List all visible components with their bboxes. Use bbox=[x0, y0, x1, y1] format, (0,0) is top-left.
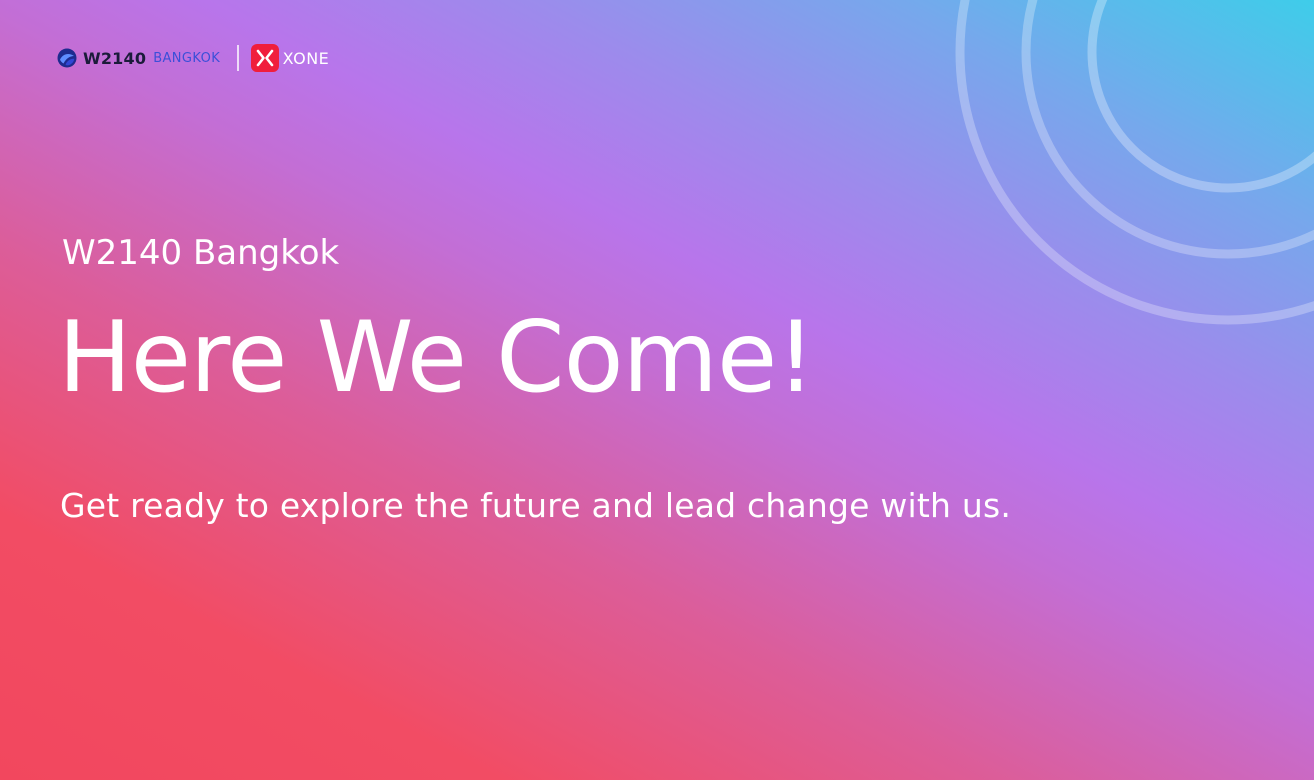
w2140-logo-name: W2140 bbox=[83, 48, 147, 68]
partner-logos: W2140 BANGKOK XONE bbox=[57, 42, 329, 74]
logo-divider bbox=[237, 45, 239, 71]
page-tagline: Get ready to explore the future and lead… bbox=[60, 486, 1012, 525]
xone-logo-icon bbox=[250, 44, 279, 72]
event-name: W2140 Bangkok bbox=[62, 233, 340, 273]
xone-logo-name: XONE bbox=[282, 48, 330, 68]
w2140-logo-city: BANGKOK bbox=[153, 50, 221, 66]
page-headline: Here We Come! bbox=[58, 301, 816, 415]
w2140-logo-icon bbox=[57, 48, 77, 68]
